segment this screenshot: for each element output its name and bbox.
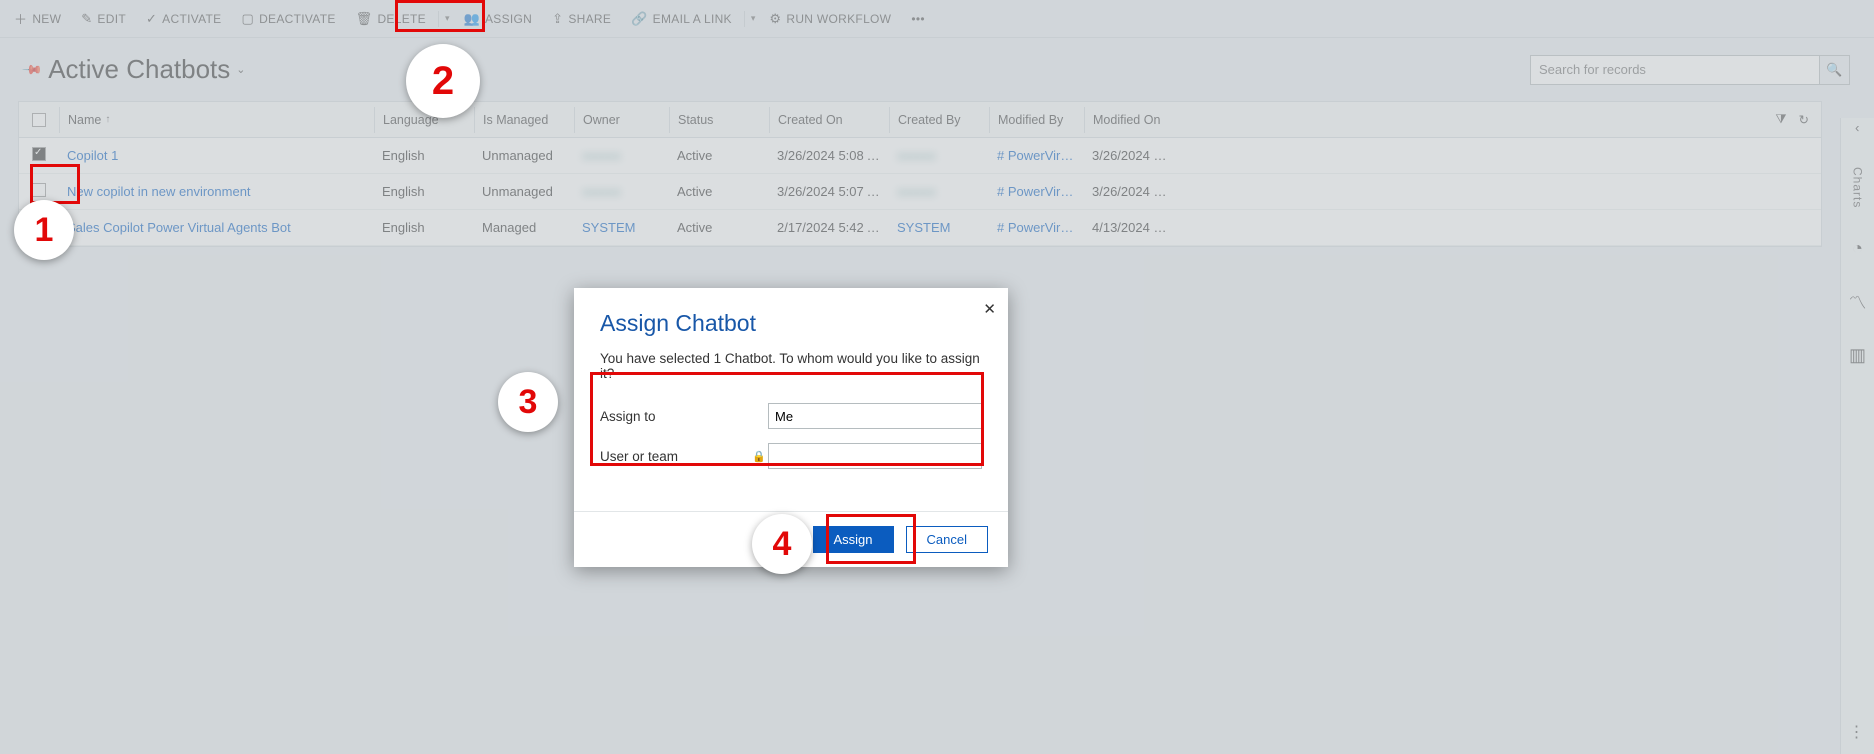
dialog-description: You have selected 1 Chatbot. To whom wou… [600, 351, 982, 381]
annotation-number: 4 [752, 514, 812, 574]
user-team-label: User or team [600, 449, 750, 464]
assign-to-label: Assign to [600, 409, 750, 424]
assign-confirm-button[interactable]: Assign [813, 526, 894, 553]
assign-to-input[interactable] [768, 403, 982, 429]
lock-icon: 🔒 [750, 450, 768, 463]
user-team-input[interactable] [768, 443, 982, 469]
annotation-number: 3 [498, 372, 558, 432]
annotation-number: 2 [406, 44, 480, 118]
dialog-title: Assign Chatbot [600, 310, 982, 337]
cancel-button[interactable]: Cancel [906, 526, 988, 553]
dialog-close-button[interactable]: ✕ [983, 300, 996, 318]
annotation-number: 1 [14, 200, 74, 260]
